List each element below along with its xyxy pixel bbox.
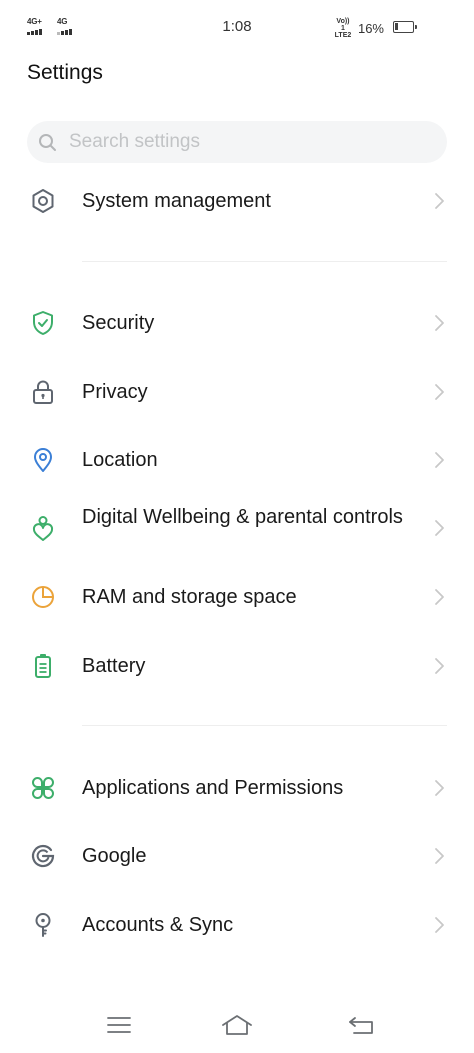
- home-icon[interactable]: [217, 1010, 257, 1040]
- storage-pie-icon: [29, 583, 57, 611]
- wellbeing-heart-icon: [29, 514, 57, 542]
- settings-item-label: Location: [82, 449, 158, 471]
- settings-item-label: Privacy: [82, 381, 148, 403]
- section-divider: [82, 725, 447, 726]
- lock-icon: [29, 378, 57, 406]
- shield-check-icon: [29, 309, 57, 337]
- chevron-right-icon: [433, 192, 445, 210]
- chevron-right-icon: [433, 916, 445, 934]
- settings-item-applications[interactable]: Applications and Permissions: [0, 763, 474, 813]
- menu-icon[interactable]: [99, 1010, 139, 1040]
- settings-item-label: Google: [82, 845, 147, 867]
- settings-item-digital-wellbeing[interactable]: Digital Wellbeing & parental controls: [0, 500, 474, 560]
- volte-icon: Vo)) 1 LTE2: [334, 18, 352, 39]
- settings-item-label: Accounts & Sync: [82, 914, 234, 936]
- settings-item-google[interactable]: Google: [0, 831, 474, 881]
- chevron-right-icon: [433, 657, 445, 675]
- settings-item-privacy[interactable]: Privacy: [0, 367, 474, 417]
- volte-line-1: Vo)) 1: [336, 18, 350, 32]
- battery-percent: 16%: [357, 21, 384, 36]
- chevron-right-icon: [433, 779, 445, 797]
- settings-item-battery[interactable]: Battery: [0, 641, 474, 691]
- chevron-right-icon: [433, 588, 445, 606]
- settings-item-label: Digital Wellbeing & parental controls: [82, 506, 403, 528]
- settings-item-ram-storage[interactable]: RAM and storage space: [0, 572, 474, 622]
- volte-line-2: LTE2: [334, 32, 352, 39]
- apps-grid-icon: [29, 774, 57, 802]
- battery-icon: [29, 652, 57, 680]
- search-icon: [38, 133, 58, 158]
- back-icon[interactable]: [341, 1010, 381, 1040]
- settings-item-label: Applications and Permissions: [82, 777, 344, 799]
- page-title: Settings: [27, 61, 103, 84]
- settings-item-accounts-sync[interactable]: Accounts & Sync: [0, 900, 474, 950]
- settings-item-label: RAM and storage space: [82, 586, 297, 608]
- key-icon: [29, 911, 57, 939]
- location-pin-icon: [29, 446, 57, 474]
- settings-item-label: System management: [82, 190, 271, 212]
- battery-status-icon: [393, 21, 417, 33]
- section-divider: [82, 261, 447, 262]
- chevron-right-icon: [433, 383, 445, 401]
- settings-item-security[interactable]: Security: [0, 298, 474, 348]
- search-bar[interactable]: [27, 121, 447, 163]
- search-input[interactable]: [69, 121, 429, 163]
- chevron-right-icon: [433, 451, 445, 469]
- gear-hexagon-icon: [29, 187, 57, 215]
- status-bar: 4G+ 4G 1:08 Vo)) 1 LTE2 16%: [0, 0, 474, 56]
- chevron-right-icon: [433, 847, 445, 865]
- settings-item-label: Battery: [82, 655, 146, 677]
- google-icon: [29, 842, 57, 870]
- chevron-right-icon: [433, 314, 445, 332]
- chevron-right-icon: [433, 519, 445, 537]
- settings-item-system-management[interactable]: System management: [0, 176, 474, 226]
- settings-item-location[interactable]: Location: [0, 435, 474, 485]
- settings-item-label: Security: [82, 312, 155, 334]
